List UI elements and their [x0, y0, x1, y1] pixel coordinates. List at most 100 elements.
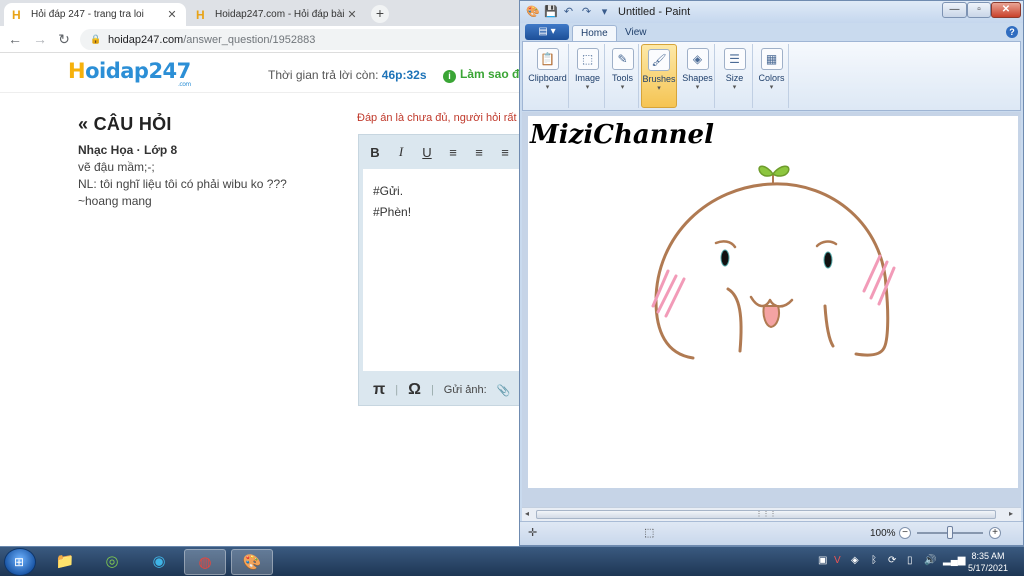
ribbon-group-size[interactable]: ☰ Size ▾ — [717, 44, 753, 108]
paint-title-bar: 🎨 💾 ↶ ↷ ▾ Untitled - Paint — ▫ ✕ — [520, 1, 1023, 23]
chevron-down-icon: ▾ — [695, 84, 700, 91]
new-tab-button[interactable]: + — [371, 5, 389, 23]
chrome-icon: ◍ — [198, 554, 212, 571]
align-left-button[interactable]: ≡ — [447, 145, 459, 160]
sprout-leaf-left — [758, 165, 774, 177]
ribbon-group-brushes[interactable]: 🖌 Brushes ▾ — [641, 44, 677, 108]
chevron-down-icon: ▾ — [769, 84, 774, 91]
left-eye — [720, 249, 730, 267]
sprout-leaf-right — [772, 165, 790, 177]
double-chevron-left-icon[interactable]: « — [78, 114, 88, 134]
align-center-button[interactable]: ≡ — [473, 145, 485, 160]
ribbon-group-clipboard[interactable]: 📋 Clipboard ▾ — [527, 44, 569, 108]
taskbar-chrome[interactable]: ◍ — [184, 549, 226, 575]
ribbon-group-colors[interactable]: ▦ Colors ▾ — [755, 44, 789, 108]
question-line: vẽ đậu mầm;-; — [78, 160, 155, 174]
zoom-out-button[interactable]: − — [899, 527, 911, 539]
battery-icon[interactable]: ▯ — [907, 555, 913, 566]
question-heading: « CÂU HỎI — [78, 114, 172, 134]
taskbar-edge[interactable]: ◉ — [138, 549, 180, 575]
question-line: ~hoang mang — [78, 194, 152, 208]
bold-button[interactable]: B — [369, 145, 381, 160]
answer-text-area[interactable]: #Gửi. #Phèn! — [363, 169, 529, 371]
ribbon-group-image[interactable]: ⬚ Image ▾ — [571, 44, 605, 108]
chevron-down-icon: ▾ — [657, 85, 661, 92]
tab-home[interactable]: Home — [572, 25, 617, 42]
bluetooth-icon[interactable]: ᛒ — [871, 555, 877, 566]
close-window-button[interactable]: ✕ — [991, 2, 1021, 18]
scroll-right-icon[interactable]: ▸ — [1009, 509, 1013, 518]
how-to-link[interactable]: i Làm sao để — [443, 67, 526, 83]
scrollbar-thumb[interactable]: ⋮⋮⋮ — [536, 510, 996, 519]
shapes-icon: ◈ — [686, 48, 709, 70]
drawing-canvas[interactable]: MiziChannel — [528, 116, 1018, 488]
symbol-omega-button[interactable]: Ω — [408, 381, 421, 399]
undo-icon[interactable]: ↶ — [562, 5, 575, 18]
chevron-down-icon: ▾ — [732, 84, 737, 91]
align-right-button[interactable]: ≡ — [499, 145, 511, 160]
bean-sprout-drawing — [651, 165, 896, 360]
selection-size-icon: ⬚ — [644, 527, 655, 539]
taskbar-paint[interactable]: 🎨 — [231, 549, 273, 575]
info-icon: i — [443, 70, 456, 83]
horizontal-scrollbar[interactable]: ◂ ⋮⋮⋮ ▸ — [522, 507, 1021, 521]
close-tab-icon[interactable]: ✕ — [166, 8, 178, 21]
scroll-left-icon[interactable]: ◂ — [525, 509, 529, 518]
hoidap247-logo[interactable]: Hoidap247 .com — [68, 59, 191, 88]
tab-hoidap-home[interactable]: H Hoidap247.com - Hỏi đáp bài tậ ✕ — [188, 3, 366, 26]
zoom-in-button[interactable]: + — [989, 527, 1001, 539]
right-brow — [815, 240, 838, 248]
ribbon-group-shapes[interactable]: ◈ Shapes ▾ — [681, 44, 715, 108]
paperclip-icon[interactable]: 📎 — [497, 384, 511, 397]
paint-status-bar: ✛ ⬚ 100% − + — [520, 521, 1023, 545]
zoom-level: 100% — [870, 528, 896, 539]
tab-view[interactable]: View — [617, 25, 655, 42]
close-tab-icon[interactable]: ✕ — [346, 8, 358, 21]
ribbon-group-tools[interactable]: ✎ Tools ▾ — [607, 44, 639, 108]
tab-hoidap-answer[interactable]: H Hỏi đáp 247 - trang tra loi ✕ — [4, 3, 186, 26]
right-arm — [823, 304, 835, 348]
underline-button[interactable]: U — [421, 145, 433, 160]
paint-app-icon[interactable]: 🎨 — [526, 5, 540, 18]
system-clock[interactable]: 8:35 AM 5/17/2021 — [962, 550, 1014, 574]
ribbon-home: 📋 Clipboard ▾ ⬚ Image ▾ ✎ Tools ▾ 🖌 Brushes… — [522, 41, 1021, 111]
volume-icon[interactable]: 🔊 — [924, 555, 936, 566]
help-icon[interactable]: ? — [1006, 26, 1018, 38]
forward-arrow-icon[interactable]: → — [31, 30, 49, 48]
tray-sync-icon[interactable]: ⟳ — [888, 555, 896, 566]
italic-button[interactable]: I — [395, 144, 407, 160]
taskbar-app-green[interactable]: ◎ — [91, 549, 133, 575]
maximize-button[interactable]: ▫ — [967, 2, 991, 18]
minimize-button[interactable]: — — [942, 2, 967, 18]
taskbar-file-explorer[interactable]: 📁 — [44, 549, 86, 575]
back-arrow-icon[interactable]: ← — [6, 30, 24, 48]
paint-menu-button[interactable]: ▤ ▾ — [525, 24, 569, 40]
mouth — [749, 295, 794, 308]
right-eye — [823, 251, 833, 269]
tools-icon: ✎ — [611, 48, 634, 70]
answer-line: #Gửi. — [373, 184, 404, 198]
answer-line: #Phèn! — [373, 205, 412, 219]
editor-toolbar: B I U ≡ ≡ ≡ — [359, 135, 529, 169]
redo-icon[interactable]: ↷ — [580, 5, 593, 18]
customize-qat-icon[interactable]: ▾ — [598, 5, 611, 18]
brush-icon: 🖌 — [648, 49, 670, 71]
question-subject: Nhạc Họa · Lớp 8 — [78, 143, 178, 157]
zoom-slider-thumb[interactable] — [947, 526, 953, 539]
answer-timer: Thời gian trả lời còn: 46p:32s — [268, 68, 427, 82]
save-icon[interactable]: 💾 — [544, 5, 558, 18]
math-pi-button[interactable]: π — [373, 381, 385, 399]
clock-time: 8:35 AM — [971, 551, 1005, 561]
quick-access-toolbar: 🎨 💾 ↶ ↷ ▾ — [526, 5, 611, 18]
right-blush — [862, 254, 896, 306]
lock-icon: 🔒 — [90, 34, 102, 44]
tab-title: Hoidap247.com - Hỏi đáp bài tậ — [215, 9, 346, 20]
tray-network-app-icon[interactable]: ◈ — [851, 555, 859, 566]
tray-v-icon[interactable]: V — [834, 555, 841, 566]
green-app-icon: ◎ — [105, 553, 119, 570]
reload-icon[interactable]: ↻ — [55, 30, 73, 48]
hoidap-favicon-icon: H — [12, 7, 21, 22]
paint-palette-icon: 🎨 — [242, 554, 262, 571]
tray-app-icon[interactable]: ▣ — [818, 555, 827, 566]
start-button[interactable]: ⊞ — [4, 548, 36, 576]
